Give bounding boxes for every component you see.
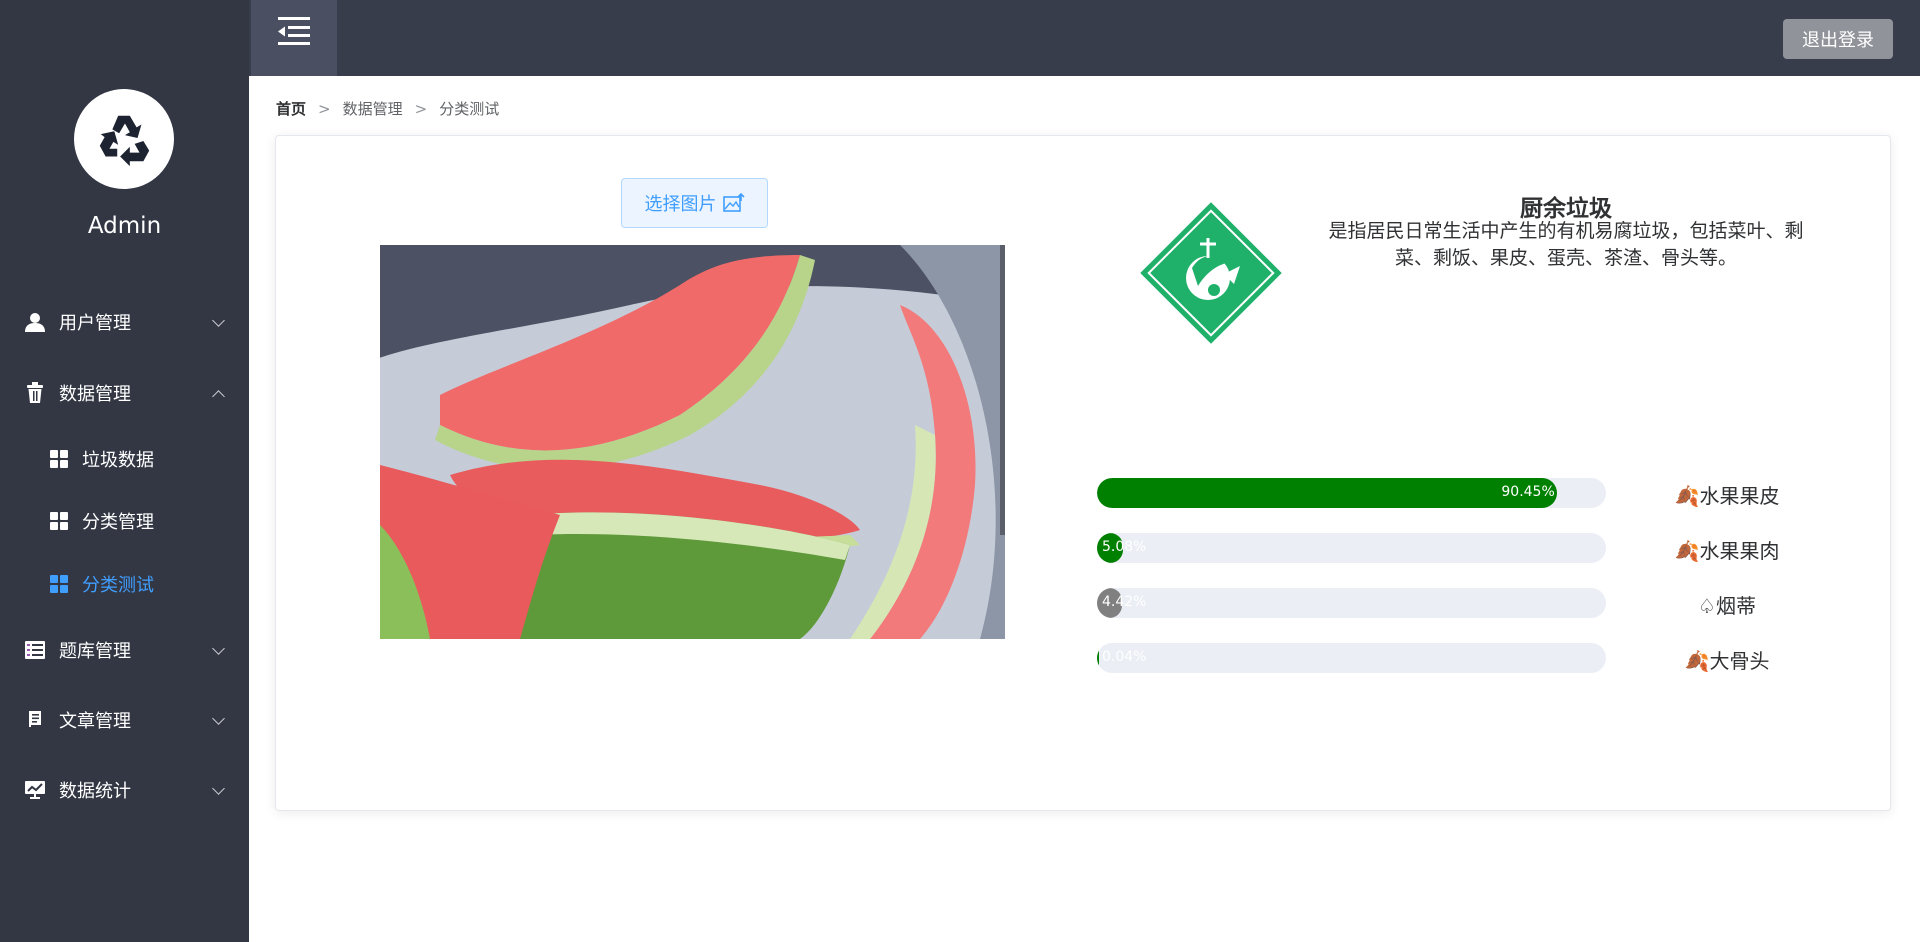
prediction-label: ♤烟蒂	[1698, 594, 1756, 618]
other-waste-icon: ♤	[1698, 594, 1716, 618]
menu-label: 文章管理	[59, 711, 131, 732]
breadcrumb-data-management: 数据管理	[342, 100, 403, 118]
user-icon	[24, 311, 46, 333]
uploaded-image-preview	[380, 245, 1005, 639]
progress-track	[1097, 588, 1606, 618]
prediction-row: 5.08% 🍂水果果肉	[1097, 533, 1797, 563]
logout-button[interactable]: 退出登录	[1783, 19, 1893, 59]
chevron-down-icon	[212, 314, 225, 327]
submenu-garbage-data[interactable]: 垃圾数据	[0, 437, 249, 481]
menu-label: 数据管理	[59, 384, 131, 405]
chevron-down-icon	[212, 712, 225, 725]
breadcrumb: 首页 > 数据管理 > 分类测试	[276, 98, 499, 119]
chevron-down-icon	[212, 782, 225, 795]
food-waste-icon: 🍂	[1674, 484, 1700, 508]
menu-data-management[interactable]: 数据管理	[0, 371, 249, 415]
avatar	[74, 89, 174, 189]
grid-icon	[50, 450, 68, 468]
food-waste-icon: 🍂	[1674, 539, 1700, 563]
progress-percent: 90.45%	[1501, 484, 1555, 500]
prediction-row: 0.04% 🍂大骨头	[1097, 643, 1797, 673]
progress-percent: 0.04%	[1102, 649, 1147, 665]
menu-user-management[interactable]: 用户管理	[0, 300, 249, 344]
sidebar: Admin 用户管理 数据管理 垃圾数据 分类管理 分类测试 题库管理 文章管理…	[0, 0, 249, 942]
menu-fold-icon	[278, 17, 310, 45]
admin-name: Admin	[87, 213, 162, 239]
progress-track	[1097, 643, 1606, 673]
category-description: 是指居民日常生活中产生的有机易腐垃圾，包括菜叶、剩菜、剩饭、果皮、蛋壳、茶渣、骨…	[1328, 220, 1804, 269]
progress-fill	[1097, 643, 1099, 673]
submenu-label: 垃圾数据	[82, 450, 154, 471]
submenu-category-test[interactable]: 分类测试	[0, 562, 249, 606]
choose-image-label: 选择图片	[644, 194, 717, 215]
top-header: 退出登录	[249, 0, 1920, 76]
food-waste-category-logo	[1140, 202, 1282, 344]
breadcrumb-category-test: 分类测试	[439, 100, 500, 118]
breadcrumb-separator: >	[414, 99, 428, 118]
document-icon	[24, 709, 46, 731]
chevron-down-icon	[212, 642, 225, 655]
prediction-row: 4.42% ♤烟蒂	[1097, 588, 1797, 618]
menu-label: 数据统计	[59, 781, 131, 802]
menu-question-bank[interactable]: 题库管理	[0, 628, 249, 672]
grid-icon	[50, 512, 68, 530]
progress-percent: 4.42%	[1102, 594, 1147, 610]
prediction-row: 90.45% 🍂水果果皮	[1097, 478, 1797, 508]
progress-fill	[1097, 478, 1558, 508]
chevron-up-icon	[212, 390, 225, 403]
breadcrumb-home[interactable]: 首页	[276, 98, 306, 119]
submenu-label: 分类管理	[82, 512, 154, 533]
submenu-label: 分类测试	[82, 575, 154, 596]
trash-icon	[24, 382, 46, 404]
menu-data-statistics[interactable]: 数据统计	[0, 768, 249, 812]
menu-label: 用户管理	[59, 313, 131, 334]
classification-card: 选择图片 厨余垃圾 是指居民日常生活中产生的有机易腐垃圾，包括菜叶、剩菜、剩饭、…	[275, 135, 1891, 811]
recycle-icon	[99, 115, 150, 167]
choose-image-button[interactable]: 选择图片	[621, 178, 768, 228]
breadcrumb-separator: >	[318, 99, 331, 118]
progress-percent: 5.08%	[1102, 539, 1147, 555]
submenu-category-management[interactable]: 分类管理	[0, 499, 249, 543]
prediction-label: 🍂水果果肉	[1674, 539, 1780, 563]
list-icon	[24, 639, 46, 661]
image-upload-icon	[722, 193, 745, 212]
menu-label: 题库管理	[59, 641, 131, 662]
prediction-label: 🍂大骨头	[1684, 649, 1770, 673]
menu-article-management[interactable]: 文章管理	[0, 698, 249, 742]
monitor-chart-icon	[24, 779, 46, 801]
grid-icon	[50, 575, 68, 593]
prediction-label: 🍂水果果皮	[1674, 484, 1780, 508]
sidebar-toggle-button[interactable]	[251, 0, 337, 76]
progress-track	[1097, 533, 1606, 563]
food-waste-icon: 🍂	[1684, 649, 1710, 673]
